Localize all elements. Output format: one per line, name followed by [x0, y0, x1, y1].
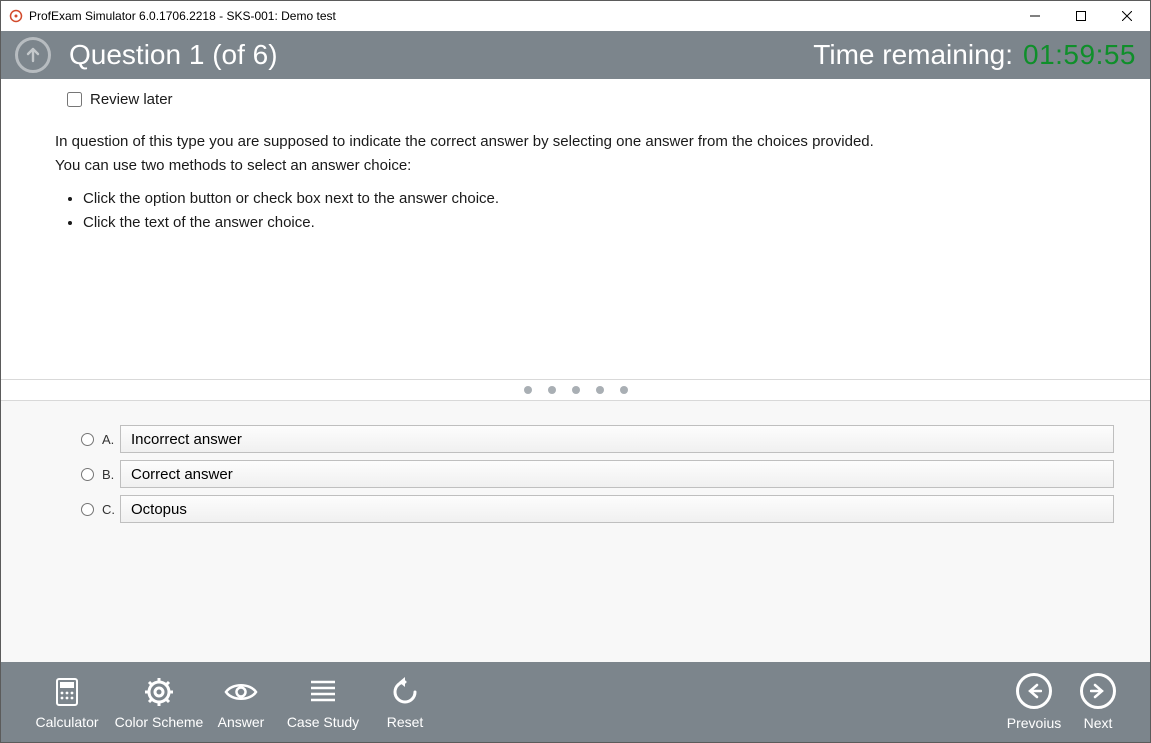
answer-choice-c[interactable]: Octopus: [120, 495, 1114, 523]
question-header: Question 1 (of 6) Time remaining: 01:59:…: [1, 31, 1150, 79]
answer-row: B. Correct answer: [37, 460, 1114, 488]
answer-letter: B.: [102, 467, 120, 482]
answer-text: Incorrect answer: [131, 431, 242, 448]
previous-button[interactable]: Prevoius: [1002, 673, 1066, 731]
reset-icon: [390, 674, 420, 710]
toolbar-label: Answer: [218, 714, 265, 730]
time-remaining-label: Time remaining:: [813, 39, 1013, 71]
color-scheme-button[interactable]: Color Scheme: [113, 667, 205, 737]
scroll-up-button[interactable]: [15, 37, 51, 73]
question-title: Question 1 (of 6): [69, 39, 278, 71]
question-body: Review later In question of this type yo…: [1, 79, 1150, 379]
grip-dot-icon: [572, 386, 580, 394]
bottom-toolbar: Calculator Color Scheme Answer: [1, 662, 1150, 742]
arrow-right-icon: [1080, 673, 1116, 709]
reset-button[interactable]: Reset: [369, 667, 441, 737]
answer-choice-a[interactable]: Incorrect answer: [120, 425, 1114, 453]
answer-radio-c[interactable]: [81, 503, 94, 516]
instruction-line: In question of this type you are suppose…: [55, 132, 1096, 152]
window-maximize-button[interactable]: [1058, 1, 1104, 31]
window-close-button[interactable]: [1104, 1, 1150, 31]
next-button[interactable]: Next: [1066, 673, 1130, 731]
grip-dot-icon: [596, 386, 604, 394]
time-remaining-value: 01:59:55: [1023, 39, 1136, 71]
window-minimize-button[interactable]: [1012, 1, 1058, 31]
calculator-button[interactable]: Calculator: [21, 667, 113, 737]
lines-icon: [309, 674, 337, 710]
answer-letter: A.: [102, 432, 120, 447]
instruction-bullet: Click the text of the answer choice.: [83, 213, 1096, 233]
answer-letter: C.: [102, 502, 120, 517]
nav-label: Next: [1084, 715, 1113, 731]
answer-choice-b[interactable]: Correct answer: [120, 460, 1114, 488]
answer-button[interactable]: Answer: [205, 667, 277, 737]
answer-text: Octopus: [131, 501, 187, 518]
review-later-label[interactable]: Review later: [90, 91, 173, 108]
answer-row: C. Octopus: [37, 495, 1114, 523]
eye-icon: [224, 674, 258, 710]
review-later-checkbox[interactable]: [67, 92, 82, 107]
grip-dot-icon: [548, 386, 556, 394]
app-icon: [9, 9, 23, 23]
answer-radio-a[interactable]: [81, 433, 94, 446]
answer-radio-b[interactable]: [81, 468, 94, 481]
grip-dot-icon: [620, 386, 628, 394]
answer-text: Correct answer: [131, 466, 233, 483]
calculator-icon: [52, 674, 82, 710]
grip-dot-icon: [524, 386, 532, 394]
splitter-handle[interactable]: [1, 379, 1150, 401]
instruction-bullet: Click the option button or check box nex…: [83, 189, 1096, 209]
nav-label: Prevoius: [1007, 715, 1061, 731]
answer-row: A. Incorrect answer: [37, 425, 1114, 453]
case-study-button[interactable]: Case Study: [277, 667, 369, 737]
arrow-left-icon: [1016, 673, 1052, 709]
toolbar-label: Case Study: [287, 714, 359, 730]
window-titlebar: ProfExam Simulator 6.0.1706.2218 - SKS-0…: [1, 1, 1150, 31]
window-title: ProfExam Simulator 6.0.1706.2218 - SKS-0…: [29, 9, 336, 23]
toolbar-label: Calculator: [35, 714, 98, 730]
instruction-line: You can use two methods to select an ans…: [55, 156, 1096, 176]
toolbar-label: Reset: [387, 714, 424, 730]
answers-panel: A. Incorrect answer B. Correct answer C.…: [1, 401, 1150, 662]
gear-icon: [143, 674, 175, 710]
toolbar-label: Color Scheme: [115, 714, 204, 730]
question-instructions: In question of this type you are suppose…: [55, 132, 1096, 233]
